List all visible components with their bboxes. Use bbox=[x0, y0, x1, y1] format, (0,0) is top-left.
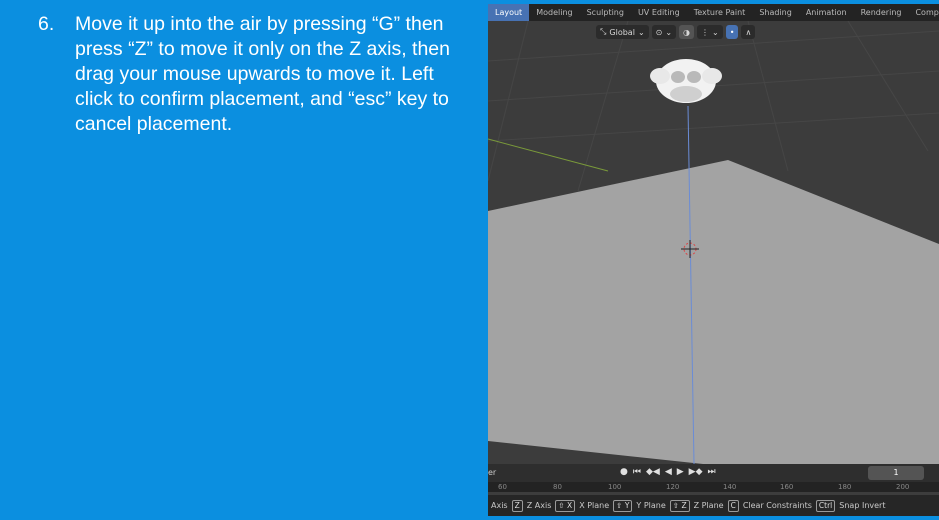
jump-end-icon[interactable]: ⏭ bbox=[708, 467, 716, 477]
key-hint: Ctrl bbox=[815, 499, 836, 512]
ruler-tick: 100 bbox=[608, 483, 622, 491]
status-lead: Axis bbox=[491, 501, 508, 510]
play-icon[interactable]: ▶ bbox=[677, 467, 684, 477]
falloff-dropdown[interactable]: ∧ bbox=[741, 25, 756, 39]
jump-start-icon[interactable]: ⏮ bbox=[633, 467, 641, 477]
ruler-tick: 60 bbox=[498, 483, 507, 491]
ruler-tick: 120 bbox=[666, 483, 680, 491]
snap-increment-icon: ⋮ bbox=[701, 27, 710, 37]
record-icon[interactable]: ● bbox=[620, 467, 628, 477]
key-hint: ⇧ X bbox=[555, 499, 576, 512]
chevron-down-icon: ⌄ bbox=[665, 27, 673, 37]
transform-orientation-dropdown[interactable]: ⤡ Global ⌄ bbox=[596, 25, 649, 39]
key-hint: C bbox=[727, 499, 739, 512]
timeline-ruler[interactable]: 60 80 100 120 140 160 180 200 bbox=[488, 482, 939, 492]
ruler-tick: 80 bbox=[553, 483, 562, 491]
snap-toggle[interactable]: ◑ bbox=[679, 25, 695, 39]
ruler-tick: 140 bbox=[723, 483, 737, 491]
pivot-point-dropdown[interactable]: ⊙ ⌄ bbox=[651, 25, 677, 39]
3d-viewport[interactable]: ⤡ Global ⌄ ⊙ ⌄ ◑ ⋮ ⌄ • ∧ bbox=[488, 21, 939, 464]
key-hint-label: X Plane bbox=[579, 501, 610, 510]
key-hint-label: Clear Constraints bbox=[742, 501, 812, 510]
current-frame-field[interactable]: 1 bbox=[868, 466, 924, 480]
play-reverse-icon[interactable]: ◀ bbox=[665, 467, 672, 477]
key-hint: Z bbox=[511, 499, 523, 512]
playback-controls: ● ⏮ ◆◀ ◀ ▶ ▶◆ ⏭ bbox=[620, 467, 716, 477]
ruler-tick: 200 bbox=[896, 483, 910, 491]
falloff-curve-icon: ∧ bbox=[745, 27, 752, 37]
monkey-mesh[interactable] bbox=[650, 59, 722, 103]
tab-uv-editing[interactable]: UV Editing bbox=[631, 4, 687, 21]
tab-shading[interactable]: Shading bbox=[752, 4, 799, 21]
prev-keyframe-icon[interactable]: ◆◀ bbox=[646, 467, 660, 477]
magnet-icon: ◑ bbox=[683, 27, 691, 37]
key-hint-label: Snap Invert bbox=[839, 501, 886, 510]
key-hint-label: Z Plane bbox=[693, 501, 724, 510]
chevron-down-icon: ⌄ bbox=[637, 27, 645, 37]
key-hint: ⇧ Y bbox=[613, 499, 633, 512]
step-text: Move it up into the air by pressing “G” … bbox=[75, 13, 450, 135]
tab-animation[interactable]: Animation bbox=[799, 4, 854, 21]
key-hint: ⇧ Z bbox=[669, 499, 690, 512]
key-hint-label: Y Plane bbox=[636, 501, 666, 510]
blender-screenshot: Layout Modeling Sculpting UV Editing Tex… bbox=[488, 4, 939, 516]
ruler-tick: 180 bbox=[838, 483, 852, 491]
plane-mesh[interactable] bbox=[488, 160, 939, 464]
orientation-label: Global bbox=[609, 27, 635, 37]
proportional-icon: • bbox=[729, 27, 735, 37]
status-bar: Axis Z Z Axis ⇧ X X Plane ⇧ Y Y Plane ⇧ … bbox=[488, 495, 939, 516]
tab-compositing[interactable]: Comp bbox=[908, 4, 939, 21]
viewport-header-tools: ⤡ Global ⌄ ⊙ ⌄ ◑ ⋮ ⌄ • ∧ bbox=[596, 24, 756, 40]
snap-target-dropdown[interactable]: ⋮ ⌄ bbox=[697, 25, 723, 39]
pivot-icon: ⊙ bbox=[655, 27, 663, 37]
workspace-tabs: Layout Modeling Sculpting UV Editing Tex… bbox=[488, 4, 939, 21]
timeline-left-label: er bbox=[488, 468, 497, 477]
ruler-tick: 160 bbox=[780, 483, 794, 491]
tab-texture-paint[interactable]: Texture Paint bbox=[687, 4, 753, 21]
tab-layout[interactable]: Layout bbox=[488, 4, 530, 21]
orientation-icon: ⤡ bbox=[600, 27, 607, 36]
y-axis-line bbox=[488, 138, 609, 172]
chevron-down-icon: ⌄ bbox=[712, 27, 719, 37]
tab-modeling[interactable]: Modeling bbox=[529, 4, 579, 21]
tab-sculpting[interactable]: Sculpting bbox=[580, 4, 631, 21]
tab-rendering[interactable]: Rendering bbox=[854, 4, 909, 21]
key-hint-label: Z Axis bbox=[526, 501, 552, 510]
next-keyframe-icon[interactable]: ▶◆ bbox=[689, 467, 703, 477]
timeline-bar: er ● ⏮ ◆◀ ◀ ▶ ▶◆ ⏭ 1 bbox=[488, 464, 939, 482]
viewport-scene bbox=[488, 21, 939, 464]
proportional-editing-toggle[interactable]: • bbox=[725, 25, 739, 39]
step-number: 6. bbox=[38, 13, 55, 35]
